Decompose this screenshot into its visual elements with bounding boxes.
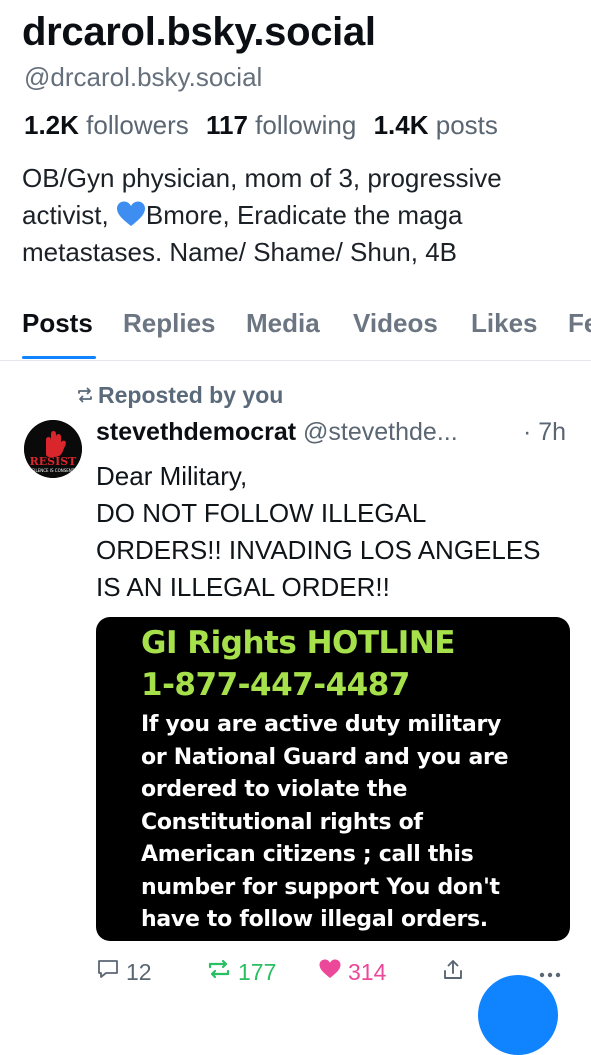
image-body-line: Constitutional rights of [141, 809, 423, 835]
post-image[interactable]: GI Rights HOTLINE 1-877-447-4487 If you … [96, 617, 570, 941]
image-body-line: number for support You don't [141, 874, 500, 900]
share-icon [442, 958, 464, 988]
post-text-line: ORDERS!! INVADING LOS ANGELES [96, 535, 541, 565]
ellipsis-icon [538, 958, 562, 985]
like-count: 314 [348, 958, 387, 985]
reply-icon [96, 958, 120, 986]
repost-icon [206, 958, 232, 986]
repost-label: Reposted by you [98, 382, 284, 408]
post-text: Dear Military, DO NOT FOLLOW ILLEGAL ORD… [96, 458, 576, 606]
avatar-subtext: SILENCE IS CONSENT [32, 468, 75, 473]
following-link[interactable]: 117 following [206, 110, 356, 140]
following-count: 117 [205, 110, 248, 140]
image-body-line: have to follow illegal orders. [141, 907, 488, 932]
posts-count: 1.4K [373, 110, 429, 140]
image-body-line: or National Guard and you are [141, 744, 509, 770]
profile-display-name: drcarol.bsky.social [22, 10, 376, 54]
image-title: GI Rights HOTLINE [141, 625, 455, 661]
profile-bio: OB/Gyn physician, mom of 3, progressive … [22, 160, 572, 271]
reply-count: 12 [126, 958, 152, 985]
blue-heart-icon [116, 200, 146, 228]
repost-small-icon [76, 382, 94, 409]
post-timestamp[interactable]: · 7h [523, 418, 566, 447]
reply-button[interactable]: 12 [96, 958, 152, 986]
like-button[interactable]: 314 [318, 958, 386, 986]
author-avatar[interactable]: RESIST SILENCE IS CONSENT [24, 420, 82, 478]
image-body-line: American citizens ; call this [141, 842, 474, 867]
image-body-line: If you are active duty military [141, 712, 502, 737]
image-body-line: ordered to violate the [141, 777, 408, 802]
compose-fab-button[interactable] [478, 975, 558, 1055]
heart-icon [318, 958, 342, 986]
tab-media[interactable]: Media [246, 308, 320, 339]
avatar-resist-text: RESIST [30, 455, 78, 468]
posts-label: posts [435, 110, 498, 140]
image-body-text: If you are active duty military or Natio… [141, 709, 561, 937]
image-phone-number: 1-877-447-4487 [141, 667, 410, 703]
profile-stats: 1.2K followers 117 following 1.4K posts [24, 110, 498, 141]
share-button[interactable] [442, 958, 464, 988]
tab-replies[interactable]: Replies [123, 308, 216, 339]
post-text-line: DO NOT FOLLOW ILLEGAL [96, 498, 427, 528]
followers-link[interactable]: 1.2K followers [24, 110, 189, 140]
tab-posts[interactable]: Posts [22, 308, 93, 339]
more-options-button[interactable] [538, 958, 562, 985]
post-author[interactable]: stevethdemocrat @stevethde... [96, 418, 458, 447]
tab-likes[interactable]: Likes [471, 308, 538, 339]
repost-indicator[interactable]: Reposted by you [76, 382, 283, 409]
tabs-divider [0, 360, 591, 361]
active-tab-indicator [22, 356, 96, 359]
post-text-line: IS AN ILLEGAL ORDER!! [96, 572, 390, 602]
following-label: following [255, 110, 357, 140]
repost-count: 177 [238, 958, 277, 985]
profile-handle: @drcarol.bsky.social [24, 62, 263, 92]
post-text-line: Dear Military, [96, 461, 248, 491]
repost-button[interactable]: 177 [206, 958, 276, 986]
followers-label: followers [86, 110, 189, 140]
followers-count: 1.2K [24, 110, 79, 140]
tab-videos[interactable]: Videos [353, 308, 438, 339]
author-name[interactable]: stevethdemocrat [96, 418, 296, 446]
posts-stat: 1.4K posts [374, 110, 498, 140]
author-handle[interactable]: @stevethde... [303, 418, 458, 446]
tab-feeds[interactable]: Fe [568, 308, 591, 339]
